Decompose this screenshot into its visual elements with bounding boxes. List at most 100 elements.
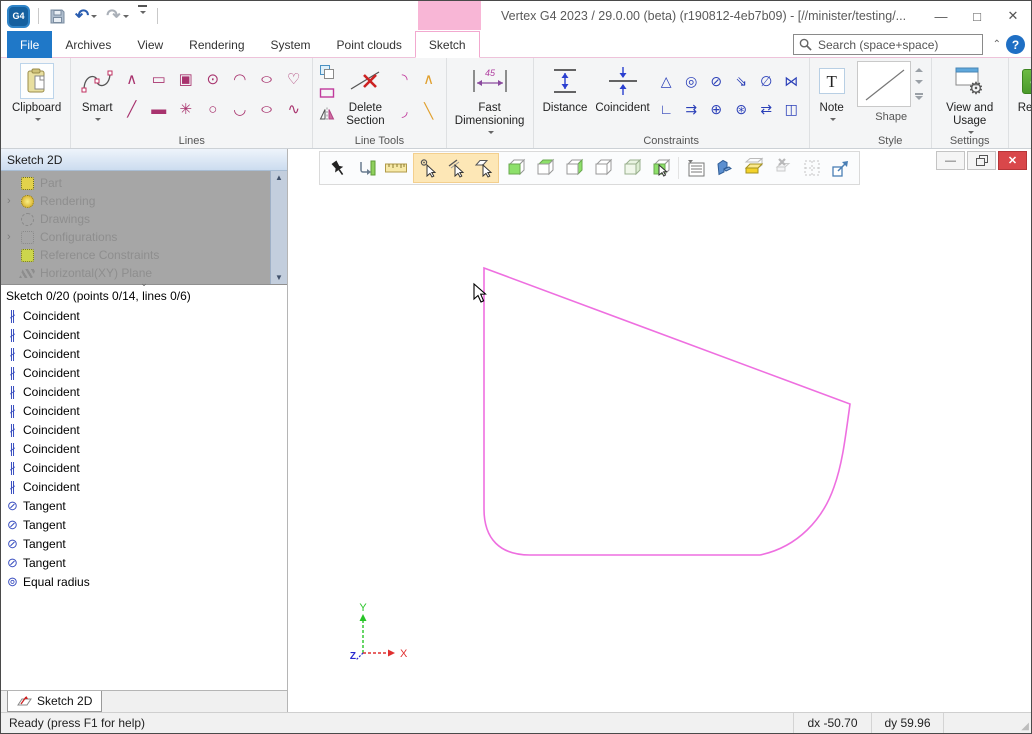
- help-button[interactable]: ?: [1006, 35, 1025, 54]
- document-minimize-button[interactable]: —: [936, 151, 965, 170]
- constraint-row[interactable]: ⊘ Tangent: [4, 534, 287, 553]
- constraint-row[interactable]: ⊘ Tangent: [4, 515, 287, 534]
- sketch-profile-path[interactable]: [484, 268, 850, 555]
- constraint-row[interactable]: ⊘ Tangent: [4, 553, 287, 572]
- constraint-row[interactable]: ∦ Coincident: [4, 325, 287, 344]
- circle-icon[interactable]: ○: [199, 94, 226, 124]
- undo-dropdown-caret-icon[interactable]: [91, 15, 97, 21]
- constraint-row[interactable]: ⊘ Tangent: [4, 496, 287, 515]
- equal-distance-icon[interactable]: ⇄: [754, 95, 779, 123]
- constraint-row[interactable]: ∦ Coincident: [4, 458, 287, 477]
- sketch-drawing[interactable]: Y X Z: [288, 149, 1031, 712]
- polyline-icon[interactable]: ∧: [118, 64, 145, 94]
- mirror-icon[interactable]: [318, 105, 336, 123]
- coincident-button[interactable]: Coincident: [591, 61, 653, 117]
- fillet-icon[interactable]: ◝: [393, 63, 417, 95]
- close-button[interactable]: ✕: [995, 1, 1031, 31]
- document-close-button[interactable]: ✕: [998, 151, 1027, 170]
- part-view-icon[interactable]: [711, 154, 739, 182]
- sketch-canvas[interactable]: Y X Z: [288, 149, 1031, 712]
- smart-line-button[interactable]: Smart: [76, 61, 118, 126]
- constraint-row[interactable]: ⊚ Equal radius: [4, 572, 287, 591]
- equal-radius-constraint-icon[interactable]: ⊛: [729, 95, 754, 123]
- polygon-icon[interactable]: ✳: [172, 94, 199, 124]
- scroll-down-icon[interactable]: ▼: [275, 273, 283, 282]
- minimize-button[interactable]: —: [923, 1, 959, 31]
- redo-button[interactable]: ↷: [104, 5, 130, 27]
- symmetric-point-icon[interactable]: ◫: [779, 95, 804, 123]
- fix-radius-icon[interactable]: ⊕: [704, 95, 729, 123]
- chamfer-corner-icon[interactable]: ╲: [417, 95, 441, 127]
- search-input[interactable]: [818, 38, 977, 52]
- view-iso-shaded-icon[interactable]: [618, 154, 646, 182]
- line-icon[interactable]: ╱: [118, 94, 145, 124]
- fast-dimensioning-button[interactable]: 45 Fast Dimensioning: [452, 61, 528, 139]
- constraint-row[interactable]: ∦ Coincident: [4, 439, 287, 458]
- constraint-row[interactable]: ∦ Coincident: [4, 306, 287, 325]
- exit-sketch-icon[interactable]: [827, 154, 855, 182]
- snap-line-icon[interactable]: [442, 154, 470, 182]
- tree-item[interactable]: › Rendering: [1, 192, 270, 210]
- view-side-face-icon[interactable]: [560, 154, 588, 182]
- tangent-constraint-icon[interactable]: ⊘: [704, 67, 729, 95]
- rounded-rectangle-icon[interactable]: ▣: [172, 64, 199, 94]
- sketch-list-icon[interactable]: [682, 154, 710, 182]
- slot-icon[interactable]: ○: [246, 64, 288, 94]
- gallery-expand-icon[interactable]: [915, 96, 923, 104]
- tree-item[interactable]: Horizontal(XY) Plane: [1, 264, 270, 282]
- redo-dropdown-caret-icon[interactable]: [123, 15, 129, 21]
- snap-point-icon[interactable]: [414, 154, 442, 182]
- constraint-row[interactable]: ∦ Coincident: [4, 401, 287, 420]
- constraint-row[interactable]: ∦ Coincident: [4, 363, 287, 382]
- tree-item[interactable]: Drawings: [1, 210, 270, 228]
- menu-tab[interactable]: Sketch: [415, 31, 480, 58]
- section-view-icon[interactable]: [740, 154, 768, 182]
- menu-tab[interactable]: System: [258, 31, 324, 58]
- parallel-icon[interactable]: ⇉: [679, 95, 704, 123]
- gallery-down-icon[interactable]: [915, 80, 923, 88]
- tree-item[interactable]: Part: [1, 174, 270, 192]
- delete-section-button[interactable]: Delete Section: [342, 61, 388, 130]
- view-front-face-icon[interactable]: [502, 154, 530, 182]
- view-and-usage-button[interactable]: ⚙ View and Usage: [937, 61, 1003, 139]
- tree-scrollbar[interactable]: ▲ ▼: [270, 171, 287, 284]
- tree-item[interactable]: Reference Constraints: [1, 246, 270, 264]
- perpendicular-icon[interactable]: ∟: [654, 95, 679, 123]
- menu-tab[interactable]: Archives: [52, 31, 124, 58]
- search-box[interactable]: [793, 34, 983, 55]
- grid-toggle-icon[interactable]: [798, 154, 826, 182]
- distance-button[interactable]: Distance: [539, 61, 592, 117]
- shape-style-preview[interactable]: [857, 61, 911, 107]
- offset-rectangle-icon[interactable]: [318, 84, 336, 102]
- rectangle-icon[interactable]: ▭: [145, 64, 172, 94]
- menu-tab[interactable]: Point clouds: [324, 31, 415, 58]
- view-top-face-icon[interactable]: [531, 154, 559, 182]
- tree-item[interactable]: › Configurations: [1, 228, 270, 246]
- filled-rectangle-icon[interactable]: ▬: [145, 94, 172, 124]
- sketch-2d-tab[interactable]: Sketch 2D: [7, 691, 102, 712]
- view-wireframe-icon[interactable]: [589, 154, 617, 182]
- snap-plane-icon[interactable]: [470, 154, 498, 182]
- clipboard-button[interactable]: Clipboard: [8, 61, 65, 126]
- constraint-row[interactable]: ∦ Coincident: [4, 344, 287, 363]
- pick-face-icon[interactable]: [647, 154, 675, 182]
- chamfer-icon[interactable]: ∧: [417, 63, 441, 95]
- collapse-ribbon-icon[interactable]: ⌃: [993, 39, 1001, 50]
- fix-angle-icon[interactable]: ∅: [754, 67, 779, 95]
- app-logo[interactable]: G4: [7, 5, 30, 28]
- menu-tab[interactable]: File: [7, 31, 52, 58]
- ellipse-icon[interactable]: ○: [246, 94, 288, 124]
- symmetry-icon[interactable]: ⋈: [779, 67, 804, 95]
- document-restore-button[interactable]: [967, 151, 996, 170]
- scroll-up-icon[interactable]: ▲: [275, 173, 283, 182]
- ruler-icon[interactable]: [382, 154, 410, 182]
- gallery-up-icon[interactable]: [915, 64, 923, 72]
- expand-chevron-icon[interactable]: ›: [7, 195, 21, 207]
- note-button[interactable]: T Note: [815, 61, 849, 126]
- maximize-button[interactable]: □: [959, 1, 995, 31]
- concentric-icon[interactable]: ◎: [679, 67, 704, 95]
- customize-quick-access-button[interactable]: [136, 5, 149, 27]
- constraint-row[interactable]: ∦ Coincident: [4, 382, 287, 401]
- constraint-row[interactable]: ∦ Coincident: [4, 420, 287, 439]
- pushpin-icon[interactable]: [324, 154, 352, 182]
